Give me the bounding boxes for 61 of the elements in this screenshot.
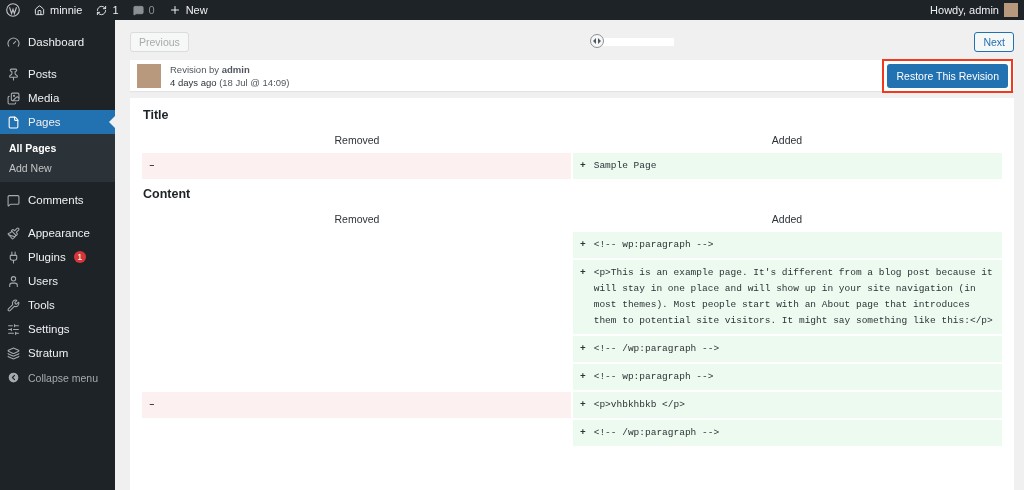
- menu-label: Pages: [28, 116, 61, 128]
- new-link[interactable]: New: [168, 4, 208, 16]
- menu-label: Plugins: [28, 251, 66, 263]
- images-icon: [7, 91, 20, 105]
- home-icon: [34, 4, 45, 16]
- revision-author: Revision by admin: [170, 63, 251, 75]
- menu-label: Dashboard: [28, 36, 85, 48]
- collapse-menu-button[interactable]: Collapse menu: [0, 365, 115, 390]
- restore-button[interactable]: Restore This Revision: [887, 63, 1008, 88]
- plug-icon: [7, 250, 20, 264]
- menu-item[interactable]: Plugins 1: [0, 245, 115, 269]
- menu-label: Comments: [28, 194, 84, 206]
- menu-label: Tools: [28, 299, 55, 311]
- site-link[interactable]: minnie: [34, 4, 83, 16]
- wrench-icon: [7, 298, 20, 312]
- user-icon: [7, 274, 20, 288]
- pin-icon: [7, 67, 20, 81]
- speech-bubble-icon: [132, 4, 144, 16]
- refresh-icon: [96, 4, 108, 16]
- collapse-icon: [7, 371, 20, 384]
- menu-item[interactable]: Media: [0, 86, 115, 110]
- menu-item[interactable]: Tools: [0, 293, 115, 317]
- brush-icon: [7, 226, 20, 240]
- menu-label: Appearance: [28, 227, 91, 239]
- menu-item[interactable]: Pages: [0, 110, 115, 134]
- submenu-item[interactable]: All Pages: [0, 138, 115, 158]
- revision-date: 4 days ago (18 Jul @ 14:09): [170, 76, 290, 88]
- menu-item[interactable]: Posts: [0, 62, 115, 86]
- column-header: Removed: [333, 213, 381, 225]
- menu-item[interactable]: Dashboard: [0, 30, 115, 54]
- menu-item[interactable]: Stratum: [0, 341, 115, 365]
- column-header: Added: [770, 134, 804, 146]
- page-icon: [7, 115, 20, 129]
- section-heading: Content: [142, 187, 192, 201]
- section-heading: Title: [142, 108, 170, 122]
- column-header: Added: [770, 213, 804, 225]
- menu-item[interactable]: Users: [0, 269, 115, 293]
- gauge-icon: [7, 35, 20, 49]
- plus-icon: [168, 4, 181, 16]
- menu-label: Media: [28, 92, 60, 104]
- speech-bubble-icon: [7, 193, 20, 207]
- menu-label: Users: [28, 275, 59, 287]
- count-badge: 1: [73, 251, 86, 263]
- next-button[interactable]: Next: [974, 31, 1014, 52]
- comments-link[interactable]: 0: [132, 4, 155, 16]
- author-photo-placeholder: [137, 63, 161, 88]
- menu-item[interactable]: Appearance: [0, 221, 115, 245]
- updates-link[interactable]: 1: [96, 4, 119, 16]
- menu-item[interactable]: Settings: [0, 317, 115, 341]
- wordpress-logo-icon[interactable]: [6, 3, 20, 17]
- menu-label: Posts: [28, 68, 57, 80]
- account-link[interactable]: Howdy, admin: [930, 4, 999, 16]
- menu-label: Settings: [28, 323, 70, 335]
- menu-item[interactable]: Comments: [0, 188, 115, 212]
- menu-label: Stratum: [28, 347, 69, 359]
- layers-icon: [7, 346, 20, 360]
- sliders-icon: [7, 322, 20, 336]
- column-header: Removed: [333, 134, 381, 146]
- slider-thumb[interactable]: [589, 33, 604, 48]
- avatar-photo-placeholder: [1004, 3, 1018, 17]
- submenu-item[interactable]: Add New: [0, 158, 115, 178]
